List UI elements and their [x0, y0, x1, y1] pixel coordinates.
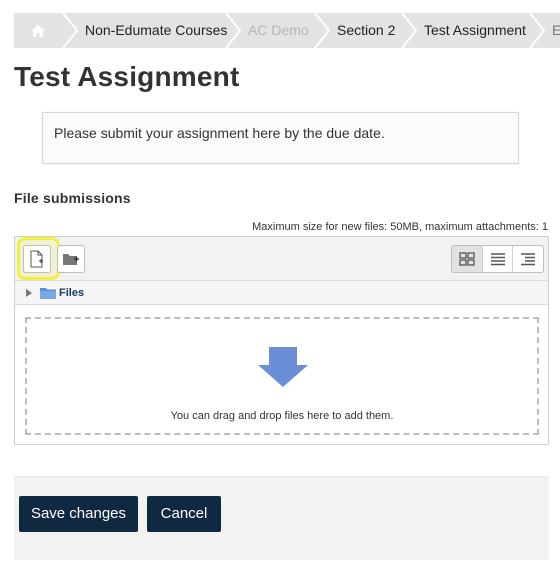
- assignment-intro-text: Please submit your assignment here by th…: [54, 125, 385, 141]
- folder-icon: [40, 288, 56, 299]
- drop-zone[interactable]: You can drag and drop files here to add …: [25, 317, 539, 435]
- breadcrumb: Non-Edumate Courses AC Demo Section 2 Te…: [14, 13, 560, 48]
- path-folder-label[interactable]: Files: [59, 287, 84, 299]
- breadcrumb-item-section-2[interactable]: Section 2: [337, 13, 395, 48]
- tree-view-icon: [521, 253, 536, 266]
- file-path-bar: Files: [15, 281, 548, 305]
- view-details-button[interactable]: [481, 246, 513, 272]
- file-submissions-label: File submissions: [14, 190, 131, 206]
- expand-triangle-icon[interactable]: [26, 289, 32, 297]
- breadcrumb-separator: [314, 13, 331, 48]
- breadcrumb-separator: [529, 13, 546, 48]
- breadcrumb-item-test-assignment[interactable]: Test Assignment: [424, 13, 526, 48]
- home-icon[interactable]: [14, 13, 62, 48]
- file-manager-toolbar: [15, 237, 548, 281]
- page-title: Test Assignment: [14, 61, 240, 92]
- file-manager: Files You can drag and drop files here t…: [14, 236, 549, 445]
- view-icons-button[interactable]: [452, 246, 482, 272]
- max-size-info: Maximum size for new files: 50MB, maximu…: [252, 221, 548, 233]
- add-file-button[interactable]: [23, 245, 51, 273]
- breadcrumb-separator: [225, 13, 242, 48]
- list-view-icon: [490, 253, 505, 266]
- drop-arrow-icon: [258, 347, 308, 387]
- create-folder-icon: [63, 254, 79, 265]
- breadcrumb-separator: [62, 13, 79, 48]
- drop-zone-text: You can drag and drop files here to add …: [170, 410, 394, 422]
- form-actions: Save changes Cancel: [14, 476, 549, 560]
- grid-view-icon: [459, 252, 475, 266]
- save-changes-button[interactable]: Save changes: [19, 496, 138, 532]
- view-mode-group: [451, 245, 544, 273]
- assignment-intro-box: Please submit your assignment here by th…: [42, 112, 519, 164]
- breadcrumb-item-ac-demo[interactable]: AC Demo: [248, 13, 309, 48]
- create-folder-button[interactable]: [57, 245, 85, 273]
- breadcrumb-item-courses[interactable]: Non-Edumate Courses: [85, 13, 227, 48]
- add-file-icon: [30, 250, 43, 268]
- view-tree-button[interactable]: [512, 246, 543, 272]
- cancel-button[interactable]: Cancel: [147, 496, 221, 532]
- breadcrumb-separator: [401, 13, 418, 48]
- breadcrumb-item-truncated[interactable]: E: [552, 13, 560, 48]
